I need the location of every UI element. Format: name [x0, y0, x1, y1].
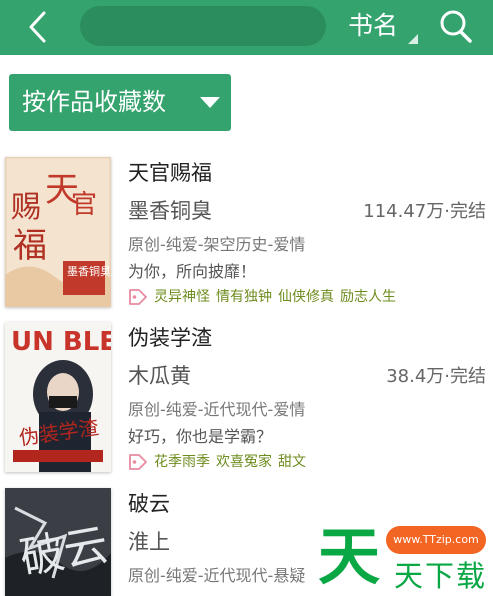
cover-title-text: 赐: [11, 190, 41, 225]
tag-label[interactable]: 励志人生: [340, 289, 396, 305]
book-intro: 为你，所向披靡！: [128, 262, 257, 281]
watermark-text: 天下载: [394, 559, 488, 593]
book-author[interactable]: 淮上: [128, 526, 170, 558]
watermark-big-char: 天: [318, 520, 381, 593]
book-title[interactable]: 破云: [128, 488, 170, 520]
book-category: 原创-纯爱-近代现代-爱情: [128, 400, 306, 419]
book-author[interactable]: 木瓜黄: [128, 360, 191, 392]
book-author[interactable]: 墨香铜臭: [128, 195, 212, 227]
book-cover[interactable]: 破云: [5, 488, 111, 596]
tag-label[interactable]: 欢喜冤家: [216, 454, 272, 470]
watermark-url: www.TTzip.com: [393, 533, 479, 546]
tag-label[interactable]: 仙侠修真: [278, 289, 334, 305]
search-type-caret-icon: [408, 34, 418, 44]
cover-title-text: 官: [71, 190, 97, 220]
book-cover[interactable]: 天 官 赐 福 墨香铜臭: [5, 157, 111, 307]
sort-dropdown-label: 按作品收藏数: [22, 88, 166, 116]
search-input[interactable]: [80, 6, 326, 46]
cover-author-text: 墨香铜臭: [67, 264, 111, 278]
tag-label[interactable]: 灵异神怪: [154, 289, 210, 305]
book-intro: 好巧，你也是学霸？: [128, 427, 273, 446]
tag-label[interactable]: 甜文: [278, 454, 306, 470]
book-title[interactable]: 伪装学渣: [128, 322, 212, 354]
back-arrow-icon[interactable]: [22, 8, 56, 46]
book-list-item[interactable]: 天 官 赐 福 墨香铜臭 天官赐福 墨香铜臭 114.47万·完结 原创-纯爱-…: [0, 157, 493, 322]
watermark-logo: 天 www.TTzip.com 天下载: [318, 518, 493, 596]
top-app-bar: 书名: [0, 0, 493, 55]
sort-dropdown[interactable]: 按作品收藏数: [9, 74, 231, 131]
book-category: 原创-纯爱-架空历史-爱情: [128, 235, 306, 254]
watermark-url-badge: www.TTzip.com: [386, 526, 486, 554]
book-stats: 38.4万·完结: [386, 366, 486, 387]
cover-title-text: 福: [13, 226, 47, 266]
book-list-item[interactable]: UN BLEACH IF 伪装学渣 伪装学渣 木瓜黄 38.4万·完结 原创-纯…: [0, 322, 493, 487]
search-icon[interactable]: [437, 6, 475, 46]
search-type-selector[interactable]: 书名: [348, 10, 398, 42]
book-cover[interactable]: UN BLEACH IF 伪装学渣: [5, 322, 111, 472]
dropdown-caret-icon: [200, 97, 220, 108]
tag-label[interactable]: 花季雨季: [154, 454, 210, 470]
tag-icon: [129, 289, 147, 305]
book-stats: 114.47万·完结: [363, 201, 486, 222]
book-title[interactable]: 天官赐福: [128, 157, 212, 189]
tag-icon: [129, 454, 147, 470]
cover-big-text: UN BLEACH IF: [11, 327, 111, 357]
tag-label[interactable]: 情有独钟: [216, 289, 272, 305]
book-category: 原创-纯爱-近代现代-悬疑: [128, 566, 306, 585]
